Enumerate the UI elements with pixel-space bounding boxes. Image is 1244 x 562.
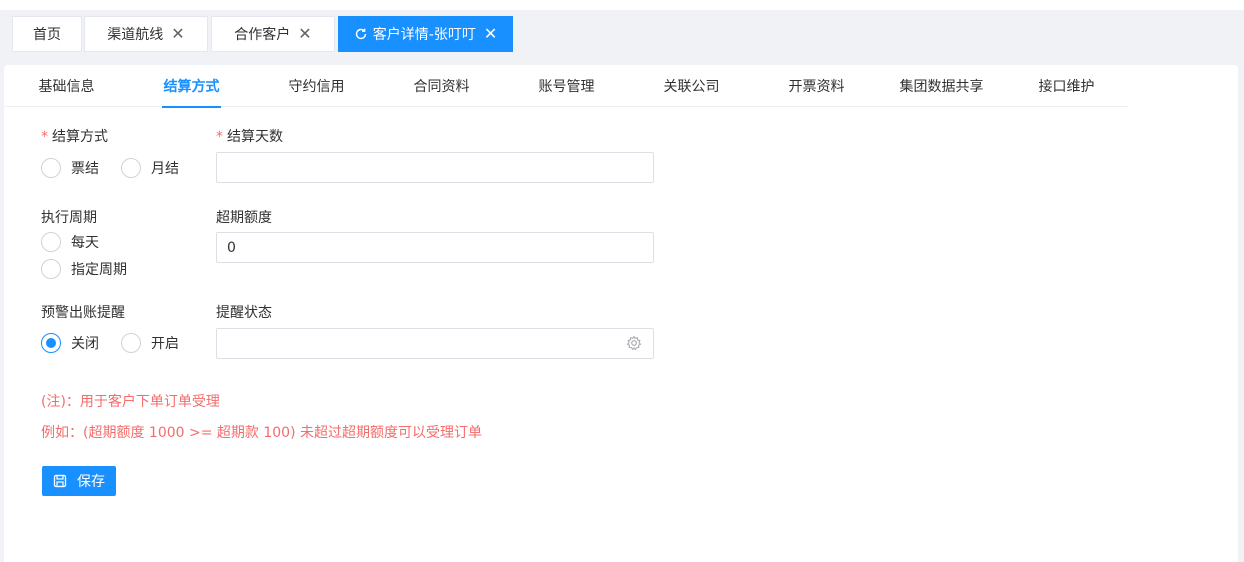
subtab-label: 接口维护 [1038,79,1095,95]
radio-circle-checked[interactable] [41,333,61,353]
gear-icon[interactable] [626,335,642,351]
subtab-basic-info[interactable]: 基础信息 [4,65,129,107]
reminder-status-select[interactable] [216,328,654,359]
subtab-label: 合同资料 [413,79,470,95]
subtab-contracts[interactable]: 合同资料 [379,65,504,107]
radio-ticket-settle[interactable]: 票结 [41,158,99,178]
tab-home[interactable]: 首页 [12,16,82,52]
settle-method-label-text: 结算方式 [52,129,108,145]
subtab-group-share[interactable]: 集团数据共享 [879,65,1004,107]
radio-circle[interactable] [41,232,61,252]
customer-detail-card: 基础信息 结算方式 守约信用 合同资料 账号管理 关联公司 开票资料 集团数据共… [4,65,1238,562]
subtab-settlement[interactable]: 结算方式 [129,65,254,108]
settle-method-label: * 结算方式 [41,126,108,146]
subtab-credit[interactable]: 守约信用 [254,65,379,107]
subtab-affiliates[interactable]: 关联公司 [629,65,754,107]
close-icon[interactable]: ✕ [298,26,311,42]
save-button-label: 保存 [77,474,105,490]
radio-custom-period[interactable]: 指定周期 [41,259,127,279]
settle-days-label: * 结算天数 [216,126,283,146]
subtab-label: 集团数据共享 [899,79,984,95]
radio-label: 票结 [71,161,99,177]
radio-label: 月结 [151,161,179,177]
radio-label: 指定周期 [71,262,127,278]
radio-circle[interactable] [41,158,61,178]
overdue-amount-label: 超期额度 [216,210,272,226]
subtab-accounts[interactable]: 账号管理 [504,65,629,107]
subtab-label: 结算方式 [163,79,220,95]
save-icon [53,474,67,488]
reminder-status-label: 提醒状态 [216,305,272,321]
subtab-api[interactable]: 接口维护 [1004,65,1129,107]
detail-subtabs: 基础信息 结算方式 守约信用 合同资料 账号管理 关联公司 开票资料 集团数据共… [4,65,1129,108]
required-mark: * [41,129,48,145]
tab-home-label: 首页 [33,27,61,43]
note-line-1: (注)：用于客户下单订单受理 [41,394,220,410]
tab-channel-routes-label: 渠道航线 [107,27,164,43]
tab-partner-customers-label: 合作客户 [234,27,291,43]
tabs-bar: 首页 渠道航线 ✕ 合作客户 ✕ 客户详情-张叮叮 ✕ [0,10,1244,60]
tab-partner-customers[interactable]: 合作客户 ✕ [211,16,335,52]
note-line-2: 例如：(超期额度 1000 >= 超期款 100) 未超过超期额度可以受理订单 [41,425,482,441]
exec-period-label: 执行周期 [41,210,97,226]
radio-circle[interactable] [121,333,141,353]
save-button[interactable]: 保存 [42,466,116,496]
radio-label: 关闭 [71,336,99,352]
close-icon[interactable]: ✕ [484,26,497,42]
subtab-label: 关联公司 [663,79,720,95]
subtab-label: 开票资料 [788,79,845,95]
tab-customer-detail-label: 客户详情-张叮叮 [372,27,476,43]
subtab-invoice[interactable]: 开票资料 [754,65,879,107]
tab-customer-detail[interactable]: 客户详情-张叮叮 ✕ [338,16,513,52]
overdue-amount-input[interactable] [216,232,654,263]
required-mark: * [216,129,223,145]
radio-daily[interactable]: 每天 [41,232,99,252]
tab-channel-routes[interactable]: 渠道航线 ✕ [84,16,208,52]
radio-label: 每天 [71,235,99,251]
top-header-bar [0,0,1244,10]
radio-warning-on[interactable]: 开启 [121,333,179,353]
close-icon[interactable]: ✕ [171,26,184,42]
radio-warning-off[interactable]: 关闭 [41,333,99,353]
subtab-label: 基础信息 [38,79,95,95]
settle-days-input[interactable] [216,152,654,183]
radio-label: 开启 [151,336,179,352]
radio-circle[interactable] [41,259,61,279]
radio-circle[interactable] [121,158,141,178]
warning-label: 预警出账提醒 [41,305,125,321]
subtab-label: 守约信用 [288,79,345,95]
refresh-icon[interactable] [354,27,368,41]
settle-days-label-text: 结算天数 [227,129,283,145]
subtab-label: 账号管理 [538,79,595,95]
radio-monthly-settle[interactable]: 月结 [121,158,179,178]
reminder-status-input[interactable] [216,328,654,359]
